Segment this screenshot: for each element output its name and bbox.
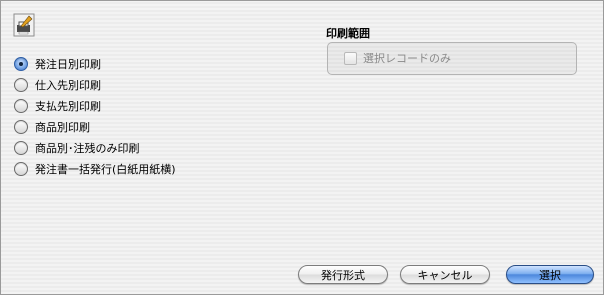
radio-button[interactable] — [14, 140, 28, 155]
radio-label: 商品別･注残のみ印刷 — [35, 141, 140, 155]
radio-button[interactable] — [14, 119, 28, 134]
radio-option-supplier[interactable]: 仕入先別印刷 — [14, 74, 176, 95]
radio-button[interactable] — [14, 77, 28, 92]
cancel-button[interactable]: キャンセル — [400, 265, 490, 284]
radio-option-order-date[interactable]: 発注日別印刷 — [14, 53, 176, 74]
selected-records-only-checkbox[interactable] — [344, 51, 357, 65]
radio-option-payee[interactable]: 支払先別印刷 — [14, 95, 176, 116]
format-button[interactable]: 発行形式 — [298, 265, 388, 284]
radio-label: 発注書一括発行(白紙用紙横) — [35, 162, 176, 176]
radio-label: 発注日別印刷 — [35, 57, 101, 71]
radio-button[interactable] — [14, 161, 28, 176]
radio-label: 商品別印刷 — [35, 120, 90, 134]
radio-button[interactable] — [14, 56, 28, 71]
print-range-group: 選択レコードのみ — [327, 42, 577, 75]
radio-option-bulk-order-form[interactable]: 発注書一括発行(白紙用紙横) — [14, 158, 176, 179]
selected-records-only-option[interactable]: 選択レコードのみ — [344, 50, 451, 66]
radio-label: 仕入先別印刷 — [35, 78, 101, 92]
dialog-window: 発注日別印刷 仕入先別印刷 支払先別印刷 商品別印刷 商品別･注残のみ印刷 発注… — [0, 0, 604, 295]
printer-icon — [13, 13, 35, 37]
radio-label: 支払先別印刷 — [35, 99, 101, 113]
radio-button[interactable] — [14, 98, 28, 113]
radio-option-product-backorder[interactable]: 商品別･注残のみ印刷 — [14, 137, 176, 158]
radio-option-product[interactable]: 商品別印刷 — [14, 116, 176, 137]
print-type-radio-group: 発注日別印刷 仕入先別印刷 支払先別印刷 商品別印刷 商品別･注残のみ印刷 発注… — [14, 53, 176, 179]
select-button[interactable]: 選択 — [506, 265, 594, 284]
print-range-title: 印刷範囲 — [326, 27, 370, 40]
selected-records-only-label: 選択レコードのみ — [363, 52, 451, 65]
